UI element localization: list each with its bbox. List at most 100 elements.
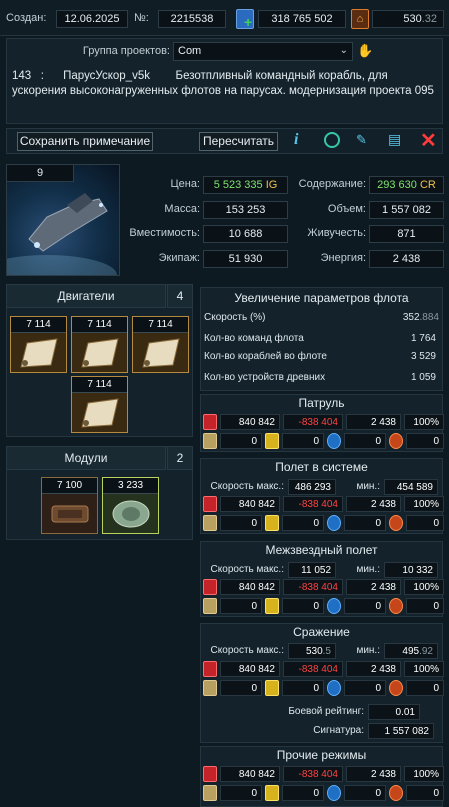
module-slot-value: 3 233 [103, 478, 158, 494]
target-icon[interactable] [324, 132, 340, 148]
stat-zero: 0 [344, 598, 386, 614]
stat-percent: 100% [404, 766, 444, 782]
close-icon[interactable]: ✕ [420, 128, 437, 153]
modules-title: Модули [64, 451, 108, 465]
ship-level: 9 [6, 164, 74, 182]
inter-max-value: 11 052 [288, 562, 336, 578]
stat-percent: 100% [404, 661, 444, 677]
credits-value: 318 765 502 [258, 10, 346, 28]
stat-zero: 0 [282, 598, 324, 614]
group-select[interactable]: Com ⌄ [173, 42, 353, 61]
stat-zero: 0 [282, 515, 324, 531]
stat-zero: 0 [406, 515, 444, 531]
upkeep-label: Содержание: [298, 178, 366, 190]
stat-zero: 0 [220, 680, 262, 696]
shield-icon [327, 785, 341, 801]
level-dec: .32 [421, 13, 437, 25]
shield-icon [327, 680, 341, 696]
document-icon[interactable]: ▤ [388, 131, 401, 148]
stat-balance: 2 438 [346, 766, 401, 782]
energy-value: 2 438 [369, 250, 444, 268]
target-icon [389, 785, 403, 801]
stat-consumption: -838 404 [283, 766, 343, 782]
durability-label: Живучесть: [307, 227, 366, 239]
stat-zero: 0 [220, 785, 262, 801]
shield-icon [327, 515, 341, 531]
upkeep-currency: CR [419, 179, 436, 191]
recalculate-button[interactable]: Пересчитать [199, 132, 278, 151]
energy-label: Энергия: [320, 252, 366, 264]
stat-consumption: -838 404 [283, 414, 343, 430]
battle-max-dec: .5 [322, 646, 331, 657]
engines-count: 4 [167, 284, 193, 308]
stat-supply: 840 842 [220, 414, 280, 430]
inter-min-label: мин.: [356, 564, 380, 575]
stat-zero: 0 [220, 598, 262, 614]
credits-icon: + [236, 9, 254, 29]
target-icon [389, 515, 403, 531]
save-note-button[interactable]: Сохранить примечание [17, 132, 153, 151]
sail-icon [20, 338, 58, 368]
engine-slot-value: 7 114 [133, 317, 188, 333]
modules-header: Модули [6, 446, 166, 470]
fleet-ships-label: Кол-во кораблей во флоте [204, 351, 327, 362]
project-number: 2215538 [158, 10, 226, 28]
inter-max-label: Скорость макс.: [210, 564, 284, 575]
sail-icon [81, 338, 119, 368]
hand-icon[interactable]: ✋ [357, 42, 373, 60]
price-value: 5 523 335 IG [203, 176, 288, 194]
battery-icon [203, 515, 217, 531]
stat-consumption: -838 404 [283, 579, 343, 595]
stat-zero: 0 [344, 433, 386, 449]
patrol-title: Патруль [298, 396, 345, 410]
shield-module-icon [112, 500, 150, 528]
crew-label: Экипаж: [158, 252, 200, 264]
stat-zero: 0 [344, 515, 386, 531]
stat-balance: 2 438 [346, 579, 401, 595]
engine-slot[interactable]: 7 114 [71, 316, 128, 373]
mass-label: Масса: [164, 203, 200, 215]
system-min-value: 454 589 [384, 479, 438, 495]
power-icon [203, 414, 217, 430]
modules-count: 2 [167, 446, 193, 470]
fleet-ancient-value: 1 059 [410, 372, 436, 383]
battle-min-value: 495.92 [384, 643, 438, 659]
stat-zero: 0 [282, 680, 324, 696]
upkeep-value: 293 630 CR [369, 176, 444, 194]
stat-supply: 840 842 [220, 579, 280, 595]
project-description[interactable]: 143 : ПарусУскор_v5k Безотпливный команд… [12, 69, 440, 119]
stat-zero: 0 [220, 515, 262, 531]
chevron-down-icon: ⌄ [339, 45, 348, 56]
battle-min-int: 495 [402, 646, 420, 657]
fuel-icon [265, 680, 279, 696]
module-slot[interactable]: 3 233 [102, 477, 159, 534]
fleet-ships-value: 3 529 [410, 351, 436, 362]
battery-icon [203, 598, 217, 614]
info-icon[interactable]: i [294, 131, 298, 149]
stat-zero: 0 [344, 785, 386, 801]
sail-icon [142, 338, 180, 368]
signature-value: 1 557 082 [368, 723, 434, 739]
stat-zero: 0 [406, 433, 444, 449]
fleet-cmd-label: Кол-во команд флота [204, 333, 304, 344]
capacity-value: 10 688 [203, 225, 288, 243]
price-currency: IG [265, 179, 278, 191]
armor-module-icon [51, 505, 89, 523]
power-icon [203, 661, 217, 677]
sail-icon [81, 398, 119, 428]
engines-title: Двигатели [57, 289, 115, 303]
durability-value: 871 [369, 225, 444, 243]
rating-value: 0.01 [368, 704, 420, 720]
stat-zero: 0 [406, 680, 444, 696]
fuel-icon [265, 785, 279, 801]
stat-zero: 0 [406, 785, 444, 801]
stat-zero: 0 [220, 433, 262, 449]
group-label: Группа проектов: [82, 45, 170, 57]
module-slot[interactable]: 7 100 [41, 477, 98, 534]
edit-icon[interactable]: ✎ [356, 132, 367, 148]
engine-slot[interactable]: 7 114 [71, 376, 128, 433]
engine-slot[interactable]: 7 114 [132, 316, 189, 373]
stat-percent: 100% [404, 579, 444, 595]
engine-slot[interactable]: 7 114 [10, 316, 67, 373]
system-title: Полет в системе [275, 460, 368, 474]
